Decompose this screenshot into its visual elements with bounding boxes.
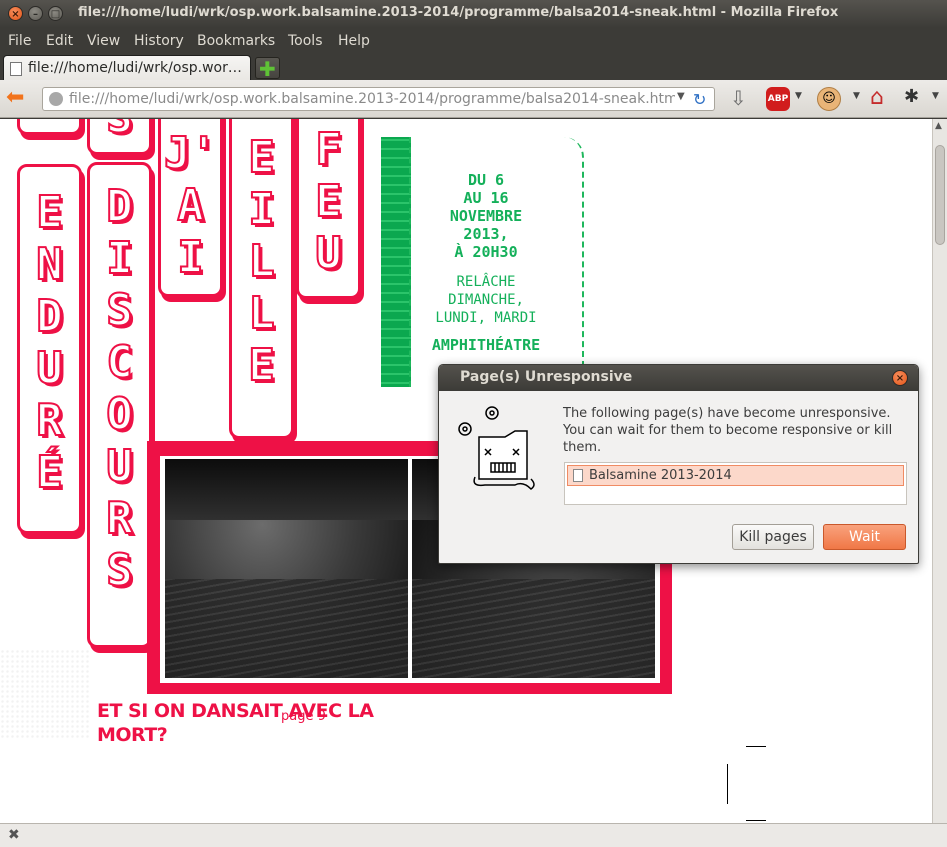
chevron-down-icon[interactable]: ▼ [795,91,802,101]
show-title: ET SI ON DANSAIT AVEC LA MORT? [97,700,374,746]
url-input[interactable] [69,90,675,108]
date-info-block: DU 6 AU 16 NOVEMBRE 2013, À 20H30 RELÂCH… [381,137,591,387]
letter-column-feu: F E U [296,119,361,299]
crop-mark [746,820,766,821]
letter-column-top-1 [17,119,82,135]
menu-view[interactable]: View [87,33,120,49]
dialog-close-button[interactable]: × [892,370,908,386]
greasemonkey-icon[interactable]: ☺ [817,87,841,111]
crop-mark [746,746,766,747]
firebug-icon[interactable]: ✱ [904,86,919,107]
chevron-down-icon[interactable]: ▼ [932,91,939,101]
column-letters: E I L L E [247,131,276,392]
scroll-thumb[interactable] [935,145,945,245]
photo-under-bridge-left [165,459,408,678]
closing-days: RELÂCHE DIMANCHE, LUNDI, MARDI [435,274,537,326]
window-titlebar: × – □ file:///home/ludi/wrk/osp.work.bal… [0,0,947,28]
adblock-plus-icon[interactable]: ABP [766,87,790,111]
column-letters: J' A I [163,127,218,284]
dialog-titlebar: Page(s) Unresponsive × [439,365,918,391]
sad-chrome-icon [458,406,535,490]
unresponsive-pages-list[interactable]: Balsamine 2013-2014 [564,462,907,505]
letter-column-reille: E I L L E [229,119,294,439]
list-item[interactable]: Balsamine 2013-2014 [567,465,904,486]
menu-edit[interactable]: Edit [46,33,73,49]
column-letters: F E U [314,123,343,280]
decorative-pattern [0,649,90,739]
menu-file[interactable]: File [8,33,31,49]
menu-history[interactable]: History [134,33,184,49]
window-close-button[interactable]: × [8,6,23,21]
list-item-label: Balsamine 2013-2014 [589,468,732,483]
tab-strip: file:///home/ludi/wrk/osp.wor… ✚ [0,54,947,81]
close-icon[interactable]: ✖ [8,827,20,843]
url-bar[interactable]: ▼ ↻ [42,87,715,111]
menu-help[interactable]: Help [338,33,370,49]
page-icon [573,469,583,482]
vertical-scrollbar[interactable]: ▲ [932,119,947,823]
letter-column-endure: E N D U R É [17,164,82,534]
tab-balsamine[interactable]: file:///home/ludi/wrk/osp.wor… [3,55,251,81]
menu-tools[interactable]: Tools [288,33,323,49]
column-letters: D I S C O U R S [105,180,134,597]
globe-icon [49,92,63,106]
letter-column-jai: J' A I [158,119,223,297]
window-maximize-button[interactable]: □ [48,6,63,21]
plus-icon: ✚ [259,57,276,81]
back-button[interactable]: ⬅ [6,87,24,109]
unresponsive-dialog: Page(s) Unresponsive × The following pag… [438,364,919,564]
column-letters: E N D U R É [35,186,64,499]
scroll-up-icon[interactable]: ▲ [935,121,942,131]
crop-mark [727,764,728,804]
page-number: page 9 [281,709,326,724]
dialog-message: The following page(s) have become unresp… [563,406,893,455]
download-icon[interactable]: ⇩ [730,86,747,110]
reload-icon[interactable]: ↻ [693,90,706,109]
new-tab-button[interactable]: ✚ [255,57,280,81]
wait-button[interactable]: Wait [823,524,906,550]
window-minimize-button[interactable]: – [28,6,43,21]
page-icon [10,62,22,76]
menu-bookmarks[interactable]: Bookmarks [197,33,275,49]
window-title: file:///home/ludi/wrk/osp.work.balsamine… [78,5,839,20]
addon-bar: ✖ [0,823,947,847]
kill-pages-button[interactable]: Kill pages [732,524,814,550]
event-dates: DU 6 AU 16 NOVEMBRE 2013, À 20H30 [449,171,523,261]
venue: AMPHITHÉATRE [431,336,541,354]
navigation-toolbar: ⬅ ▼ ↻ ⇩ ABP ▼ ☺ ▼ ⌂ ✱ ▼ [0,80,947,118]
chevron-down-icon[interactable]: ▼ [677,91,685,102]
tab-label: file:///home/ludi/wrk/osp.wor… [28,60,242,76]
menu-bar: File Edit View History Bookmarks Tools H… [0,28,947,54]
letter-column-discours: D I S C O U R S [87,162,152,648]
letter-column-top-2: S [87,119,152,155]
chevron-down-icon[interactable]: ▼ [853,91,860,101]
home-icon[interactable]: ⌂ [870,85,884,110]
dialog-title: Page(s) Unresponsive [460,369,633,385]
